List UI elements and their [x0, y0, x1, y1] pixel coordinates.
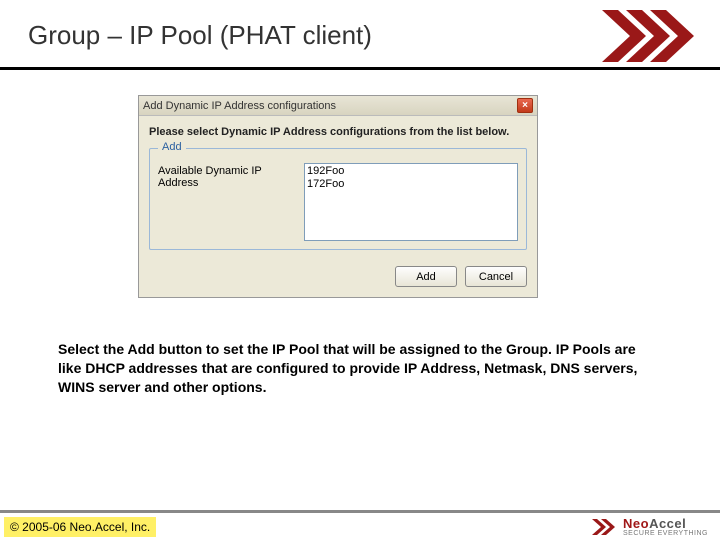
ip-pool-listbox[interactable]: 192Foo 172Foo: [304, 163, 518, 241]
dialog-titlebar: Add Dynamic IP Address configurations ×: [139, 96, 537, 116]
add-fieldset: Add Available Dynamic IP Address 192Foo …: [149, 148, 527, 250]
logo-name: NeoAccel: [623, 517, 708, 530]
add-ip-pool-dialog: Add Dynamic IP Address configurations × …: [138, 95, 538, 298]
fieldset-legend: Add: [158, 141, 186, 153]
description-text: Select the Add button to set the IP Pool…: [58, 340, 658, 397]
slide-footer: © 2005-06 Neo.Accel, Inc. NeoAccel SECUR…: [0, 510, 720, 540]
add-button[interactable]: Add: [395, 266, 457, 287]
cancel-button[interactable]: Cancel: [465, 266, 527, 287]
list-item[interactable]: 192Foo: [307, 165, 515, 178]
dialog-buttons: Add Cancel: [139, 260, 537, 297]
copyright-text: © 2005-06 Neo.Accel, Inc.: [4, 517, 156, 537]
available-ip-label: Available Dynamic IP Address: [158, 163, 298, 189]
neoaccel-logo: NeoAccel SECURE EVERYTHING: [591, 517, 708, 537]
logo-tagline: SECURE EVERYTHING: [623, 530, 708, 537]
dialog-title: Add Dynamic IP Address configurations: [143, 100, 517, 112]
dialog-instruction: Please select Dynamic IP Address configu…: [139, 116, 537, 144]
close-icon[interactable]: ×: [517, 98, 533, 113]
list-item[interactable]: 172Foo: [307, 178, 515, 191]
chevron-logo-icon: [600, 8, 700, 64]
logo-mark-icon: [591, 518, 617, 536]
slide-header: Group – IP Pool (PHAT client): [0, 0, 720, 70]
